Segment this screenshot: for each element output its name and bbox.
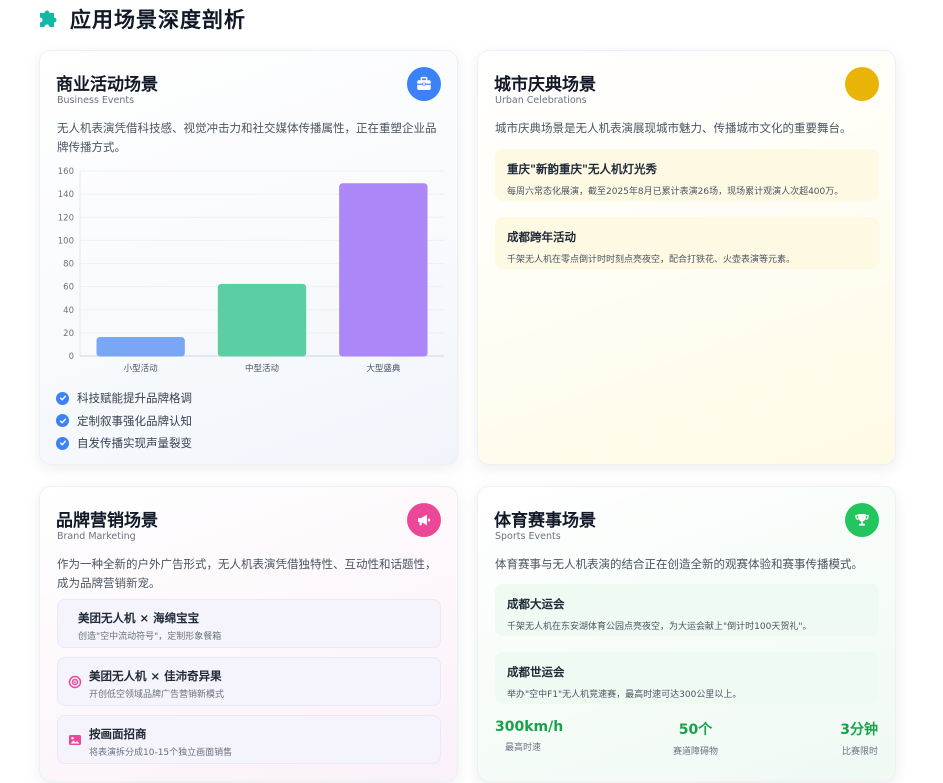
stat-value: 50个 — [678, 722, 713, 738]
card-subtitle: Sports Events — [495, 531, 561, 542]
y-tick-label: 0 — [69, 352, 74, 362]
megaphone-icon — [407, 503, 441, 537]
bar-3[interactable] — [339, 183, 428, 357]
list-item: 科技赋能提升品牌格调 — [56, 387, 192, 410]
event-description: 每周六常态化展演，截至2025年8月已累计表演26场，现场累计观演人次超400万… — [507, 187, 844, 197]
event-item: 成都世运会 举办"空中F1"无人机竞速赛，最高时速可达300公里以上。 — [495, 652, 879, 704]
event-scale-bar-chart: 0 20 40 60 80 100 120 140 160 小型活动 中型活动 大型盛典 — [58, 167, 444, 374]
sports-events-card: 体育赛事场景 Sports Events 体育赛事与无人机表演的结合正在创造全新… — [477, 486, 896, 782]
list-item-label: 定制叙事强化品牌认知 — [77, 413, 192, 428]
case-title: 美团无人机 × 海绵宝宝 — [78, 611, 200, 625]
check-icon — [56, 436, 69, 450]
card-title: 体育赛事场景 — [494, 511, 596, 531]
brand-case-item: 按画面招商 将表演拆分成10-15个独立画面销售 — [57, 715, 441, 764]
y-tick-label: 20 — [63, 329, 74, 339]
case-description: 创造"空中流动符号"，定制形象餐箱 — [78, 632, 222, 642]
x-tick-label: 中型活动 — [245, 363, 280, 374]
card-subtitle: Urban Celebrations — [495, 95, 587, 106]
image-icon — [69, 735, 81, 745]
event-item: 重庆"新韵重庆"无人机灯光秀 每周六常态化展演，截至2025年8月已累计表演26… — [495, 149, 879, 201]
check-icon — [56, 391, 69, 405]
card-description: 城市庆典场景是无人机表演展现城市魅力、传播城市文化的重要舞台。 — [495, 121, 852, 135]
card-description: 体育赛事与无人机表演的结合正在创造全新的观赛体验和赛事传播模式。 — [495, 557, 863, 571]
case-description: 将表演拆分成10-15个独立画面销售 — [89, 748, 233, 758]
business-events-card: 商业活动场景 Business Events 无人机表演凭借科技感、视觉冲击力和… — [39, 50, 458, 465]
y-tick-label: 140 — [58, 190, 74, 200]
benefit-checklist: 科技赋能提升品牌格调 定制叙事强化品牌认知 自发传播实现声量裂变 — [56, 387, 192, 455]
brand-case-item: 美团无人机 × 佳沛奇异果 开创低空领域品牌广告营销新模式 — [57, 657, 441, 706]
case-description: 开创低空领域品牌广告营销新模式 — [89, 690, 225, 700]
stat-label: 赛道障碍物 — [673, 747, 719, 757]
list-item: 定制叙事强化品牌认知 — [56, 410, 192, 433]
list-item: 自发传播实现声量裂变 — [56, 432, 192, 455]
y-tick-label: 40 — [63, 306, 74, 316]
urban-celebrations-card: 城市庆典场景 Urban Celebrations 城市庆典场景是无人机表演展现… — [477, 50, 896, 465]
x-tick-label: 小型活动 — [124, 363, 159, 374]
card-subtitle: Business Events — [57, 95, 135, 106]
card-description: 作为一种全新的户外广告形式，无人机表演凭借独特性、互动性和话题性，成为品牌营销新… — [57, 557, 437, 590]
briefcase-icon — [407, 67, 441, 101]
brand-marketing-card: 品牌营销场景 Brand Marketing 作为一种全新的户外广告形式，无人机… — [39, 486, 458, 782]
y-tick-label: 80 — [63, 260, 74, 270]
event-description: 举办"空中F1"无人机竞速赛，最高时速可达300公里以上。 — [507, 690, 742, 700]
y-tick-label: 160 — [58, 167, 74, 177]
case-title: 美团无人机 × 佳沛奇异果 — [89, 669, 222, 683]
bar-1[interactable] — [96, 337, 185, 357]
stat-value: 3分钟 — [840, 722, 878, 738]
x-tick-label: 大型盛典 — [366, 363, 401, 374]
brand-case-item: 美团无人机 × 海绵宝宝 创造"空中流动符号"，定制形象餐箱 — [57, 599, 441, 648]
event-item: 成都大运会 千架无人机在东安湖体育公园点亮夜空，为大运会献上"倒计时100天贺礼… — [495, 584, 879, 636]
stat-max-speed: 300km/h 最高时速 — [495, 719, 563, 753]
target-icon — [68, 675, 82, 689]
stat-label: 比赛限时 — [841, 747, 878, 757]
event-title: 成都大运会 — [507, 597, 565, 611]
y-tick-label: 120 — [58, 213, 74, 223]
y-tick-label: 100 — [58, 236, 74, 246]
celebration-icon — [845, 67, 879, 101]
case-title: 按画面招商 — [89, 727, 147, 741]
page-header: 应用场景深度剖析 — [36, 4, 246, 34]
stat-value: 300km/h — [495, 719, 564, 735]
check-icon — [56, 414, 69, 428]
card-title: 品牌营销场景 — [56, 511, 158, 531]
card-description: 无人机表演凭借科技感、视觉冲击力和社交媒体传播属性，正在重塑企业品牌传播方式。 — [57, 121, 437, 154]
event-title: 成都世运会 — [507, 665, 565, 679]
puzzle-icon — [40, 10, 57, 27]
stat-obstacles: 50个 赛道障碍物 — [673, 719, 718, 757]
event-description: 千架无人机在零点倒计时时刻点亮夜空，配合打铁花、火壶表演等元素。 — [507, 255, 796, 265]
page-title: 应用场景深度剖析 — [70, 8, 246, 32]
bar-2[interactable] — [217, 283, 307, 357]
list-item-label: 科技赋能提升品牌格调 — [77, 391, 192, 406]
stat-time-limit: 3分钟 比赛限时 — [840, 719, 878, 757]
stat-label: 最高时速 — [505, 743, 542, 753]
card-title: 商业活动场景 — [56, 75, 158, 95]
card-title: 城市庆典场景 — [494, 75, 596, 95]
trophy-icon — [845, 503, 879, 537]
event-title: 成都跨年活动 — [507, 230, 576, 244]
event-description: 千架无人机在东安湖体育公园点亮夜空，为大运会献上"倒计时100天贺礼"。 — [507, 622, 812, 632]
y-tick-label: 60 — [63, 283, 74, 293]
card-subtitle: Brand Marketing — [57, 531, 136, 542]
list-item-label: 自发传播实现声量裂变 — [77, 436, 192, 451]
event-item: 成都跨年活动 千架无人机在零点倒计时时刻点亮夜空，配合打铁花、火壶表演等元素。 — [495, 217, 879, 269]
event-title: 重庆"新韵重庆"无人机灯光秀 — [507, 162, 657, 176]
